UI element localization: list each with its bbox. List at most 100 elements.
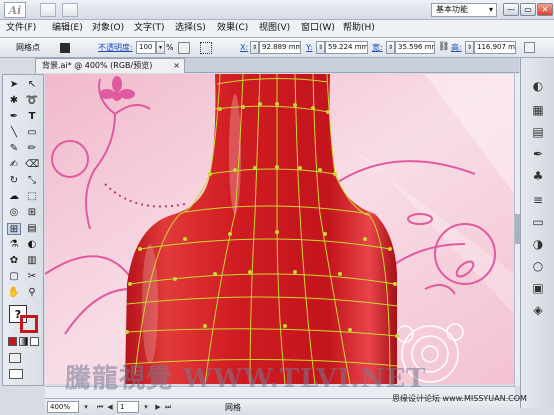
workspace-switcher[interactable]: 基本功能 ▾ (431, 3, 497, 17)
chevron-down-icon: ▾ (488, 5, 493, 14)
screen-mode-icon[interactable] (9, 369, 23, 379)
free-transform-tool-icon[interactable]: ⬚ (25, 191, 39, 203)
line-tool-icon[interactable]: ╲ (7, 127, 21, 139)
gradient-mode-icon[interactable] (19, 337, 28, 346)
blob-brush-tool-icon[interactable]: ✍ (7, 159, 21, 171)
last-artboard-icon[interactable]: ⏭ (163, 401, 173, 413)
previous-artboard-icon[interactable]: ◀ (105, 401, 115, 413)
maximize-button[interactable]: ▭ (520, 3, 536, 16)
height-stepper[interactable]: ⇕ (465, 41, 474, 54)
bridge-icon[interactable] (40, 3, 56, 17)
control-bar: 网格点 不透明度: 100 ▾ % X: ⇕ 92.889 mm Y: ⇕ 59… (0, 38, 554, 58)
y-stepper[interactable]: ⇕ (316, 41, 325, 54)
artboard-canvas[interactable] (45, 74, 514, 384)
none-mode-icon[interactable] (30, 337, 39, 346)
stroke-color-box[interactable] (20, 315, 38, 333)
document-tab-title: 背景.ai* @ 400% (RGB/预览) (42, 61, 153, 70)
document-tab[interactable]: 背景.ai* @ 400% (RGB/预览) × (35, 58, 185, 73)
fill-swatch[interactable] (60, 43, 70, 53)
x-input[interactable]: 92.889 mm (259, 41, 301, 54)
warp-tool-icon[interactable]: ☁ (7, 191, 21, 203)
blend-tool-icon[interactable]: ◐ (25, 239, 39, 251)
gradient-tool-icon[interactable]: ▤ (25, 223, 39, 235)
slice-tool-icon[interactable]: ✂ (25, 271, 39, 283)
symbols-panel-icon[interactable]: ♣ (529, 168, 547, 184)
paintbrush-tool-icon[interactable]: ✎ (7, 143, 21, 155)
transform-panel-icon[interactable] (524, 42, 535, 53)
menu-view[interactable]: 视图(V) (257, 21, 292, 36)
brushes-panel-icon[interactable]: ✒ (529, 146, 547, 162)
y-input[interactable]: 59.224 mm (325, 41, 368, 54)
menu-file[interactable]: 文件(F) (4, 21, 38, 36)
eyedropper-tool-icon[interactable]: ⚗ (7, 239, 21, 251)
app-logo: Ai (4, 2, 26, 18)
opacity-label[interactable]: 不透明度: (98, 42, 133, 54)
menu-type[interactable]: 文字(T) (132, 21, 167, 36)
artboard-dropdown-icon[interactable]: ▾ (141, 401, 151, 413)
magic-wand-tool-icon[interactable]: ✱ (7, 95, 21, 107)
opacity-percent: % (166, 43, 174, 52)
menu-help[interactable]: 帮助(H) (341, 21, 377, 36)
eraser-tool-icon[interactable]: ⌫ (25, 159, 39, 171)
color-mode-icon[interactable] (8, 337, 17, 346)
minimize-button[interactable]: — (503, 3, 519, 16)
lasso-tool-icon[interactable]: ➰ (25, 95, 39, 107)
width-input[interactable]: 35.596 mm (395, 41, 435, 54)
arrange-documents-icon[interactable] (62, 3, 78, 17)
rectangle-tool-icon[interactable]: ▭ (25, 127, 39, 139)
column-graph-tool-icon[interactable]: ▥ (25, 255, 39, 267)
artboard-number-field[interactable]: 1 (117, 401, 139, 413)
direct-selection-tool-icon[interactable]: ↖ (25, 79, 39, 91)
symbol-sprayer-tool-icon[interactable]: ✿ (7, 255, 21, 267)
menu-object[interactable]: 对象(O) (90, 21, 126, 36)
layers-panel-icon[interactable]: ◈ (529, 302, 547, 318)
color-panel-icon[interactable]: ◐ (529, 78, 547, 94)
status-text[interactable]: 网格 (225, 402, 241, 413)
recolor-icon[interactable] (178, 42, 190, 54)
site-credit: 思缘设计论坛 www.MISSYUAN.COM (392, 394, 527, 403)
appearance-panel-icon[interactable]: ○ (529, 258, 547, 274)
menu-edit[interactable]: 编辑(E) (50, 21, 85, 36)
close-tab-icon[interactable]: × (173, 59, 180, 72)
pen-tool-icon[interactable]: ✒ (7, 111, 21, 123)
type-tool-icon[interactable]: T (25, 111, 39, 123)
width-label[interactable]: 宽: (372, 42, 383, 54)
menu-select[interactable]: 选择(S) (173, 21, 208, 36)
zoom-level-field[interactable]: 400% (47, 401, 79, 413)
constrain-link-icon[interactable]: ⛓ (438, 42, 449, 54)
menu-window[interactable]: 窗口(W) (299, 21, 337, 36)
artboard-tool-icon[interactable]: ▢ (7, 271, 21, 283)
next-artboard-icon[interactable]: ▶ (153, 401, 163, 413)
graphic-styles-panel-icon[interactable]: ▣ (529, 280, 547, 296)
y-label[interactable]: Y: (306, 42, 313, 54)
zoom-dropdown-icon[interactable]: ▾ (81, 401, 91, 413)
x-label[interactable]: X: (240, 42, 248, 54)
zoom-tool-icon[interactable]: ⚲ (25, 287, 39, 299)
gradient-panel-icon[interactable]: ▭ (529, 214, 547, 230)
height-input[interactable]: 116.907 mm (474, 41, 516, 54)
hand-tool-icon[interactable]: ✋ (7, 287, 21, 299)
x-stepper[interactable]: ⇕ (250, 41, 259, 54)
swatches-panel-icon[interactable]: ▤ (529, 124, 547, 140)
pencil-tool-icon[interactable]: ✏ (25, 143, 39, 155)
opacity-dropdown[interactable]: ▾ (156, 41, 165, 54)
artwork (45, 74, 514, 384)
scale-tool-icon[interactable]: ⤡ (25, 175, 39, 187)
height-label[interactable]: 高: (451, 42, 462, 54)
first-artboard-icon[interactable]: ⏮ (95, 401, 105, 413)
rotate-tool-icon[interactable]: ↻ (7, 175, 21, 187)
perspective-grid-tool-icon[interactable]: ⊞ (25, 207, 39, 219)
menu-effect[interactable]: 效果(C) (215, 21, 250, 36)
width-stepper[interactable]: ⇕ (386, 41, 395, 54)
reference-point-icon[interactable] (200, 42, 212, 54)
shape-builder-tool-icon[interactable]: ◎ (7, 207, 21, 219)
opacity-input[interactable]: 100 (136, 41, 156, 54)
transparency-panel-icon[interactable]: ◑ (529, 236, 547, 252)
selection-tool-icon[interactable]: ➤ (7, 79, 21, 91)
mesh-tool-icon[interactable]: ⊞ (7, 223, 21, 235)
draw-mode-icon[interactable] (9, 353, 21, 363)
stroke-panel-icon[interactable]: ≡ (529, 192, 547, 208)
close-button[interactable]: ✕ (537, 3, 553, 16)
color-guide-icon[interactable]: ▦ (529, 102, 547, 118)
watermark: 騰龍視覺 WWW.TLVI.NET (65, 364, 427, 394)
